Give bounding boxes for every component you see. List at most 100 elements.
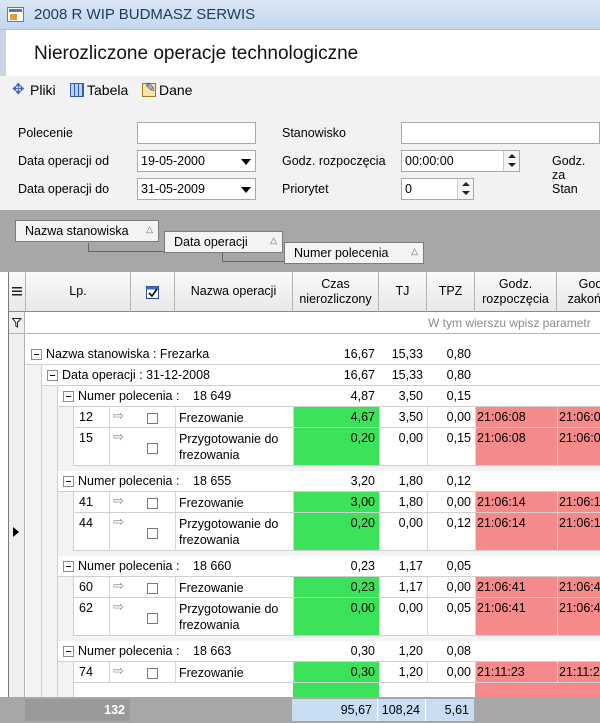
sort-triangle-icon: △ (270, 235, 277, 245)
row-lp: 60 (79, 580, 93, 594)
row-selector[interactable] (9, 334, 25, 344)
row-nazwa: Frezowanie (179, 666, 244, 680)
collapse-icon[interactable] (47, 370, 58, 381)
row-selector[interactable] (9, 344, 25, 365)
total-tpz: 5,61 (426, 699, 474, 721)
column-divider (379, 513, 380, 551)
column-divider (427, 577, 428, 598)
row-checkbox[interactable] (147, 613, 158, 624)
auto-filter-row[interactable]: W tym wierszu wpisz parametr (26, 312, 600, 334)
indent-strip (58, 407, 74, 428)
godz-rozp-input[interactable]: 00:00:00 (401, 150, 520, 172)
column-divider (475, 428, 476, 466)
total-tj: 108,24 (378, 699, 426, 721)
row-selector[interactable] (9, 556, 25, 577)
row-godz-rozp: 21:06:14 (475, 513, 557, 551)
row-checkbox[interactable] (147, 528, 158, 539)
group-polecenie-number: 18 663 (193, 644, 232, 658)
polecenie-input[interactable] (137, 122, 256, 144)
row-selector[interactable] (9, 365, 25, 386)
arrow-right-icon[interactable] (113, 408, 125, 424)
arrow-right-icon[interactable] (113, 578, 125, 594)
chevron-down-icon[interactable] (241, 187, 251, 193)
column-header-nazwa[interactable]: Nazwa operacji (175, 272, 293, 312)
group-sum-tpz: 0,08 (446, 644, 471, 658)
row-selector[interactable] (9, 471, 25, 492)
arrow-right-icon[interactable] (113, 493, 125, 509)
column-header-tpz[interactable]: TPZ (427, 272, 475, 312)
column-header-checkbox[interactable] (131, 272, 175, 312)
row-divider (26, 364, 600, 365)
row-selector[interactable] (9, 577, 25, 598)
column-divider (475, 577, 476, 598)
row-selector[interactable] (9, 662, 25, 683)
group-chip-stanowisko[interactable]: Nazwa stanowiska △ (15, 220, 159, 242)
row-checkbox[interactable] (147, 668, 158, 679)
data-od-label: Data operacji od (18, 154, 110, 168)
collapse-icon[interactable] (63, 561, 74, 572)
row-czas: 4,67 (293, 407, 379, 428)
checkbox-header-icon (145, 285, 159, 299)
data-do-input[interactable]: 31-05-2009 (137, 178, 256, 200)
pliki-label: Pliki (30, 82, 56, 98)
row-godz-zak: 21:06:08 (557, 407, 600, 428)
stanowisko-input[interactable] (401, 122, 600, 144)
group-chip-data[interactable]: Data operacji △ (164, 231, 283, 253)
row-selector[interactable] (9, 641, 25, 662)
row-selector[interactable] (9, 683, 25, 697)
window-titlebar: 2008 R WIP BUDMASZ SERWIS (0, 0, 600, 30)
column-header-czas[interactable]: Czas nierozliczony (293, 272, 379, 312)
group-sum-tpz: 0,12 (446, 474, 471, 488)
column-divider (293, 428, 294, 466)
arrow-right-icon[interactable] (113, 663, 125, 679)
row-checkbox[interactable] (147, 498, 158, 509)
column-header-godz-zak[interactable]: God zakończ (557, 272, 600, 312)
priorytet-input[interactable]: 0 (401, 178, 474, 200)
row-lp: 62 (79, 601, 93, 615)
row-checkbox[interactable] (147, 413, 158, 424)
row-selector[interactable] (9, 428, 25, 466)
filter-row-selector[interactable] (9, 312, 25, 334)
column-chooser-icon[interactable] (9, 272, 26, 312)
spinner-icon[interactable] (457, 179, 473, 199)
column-header-godz-rozp[interactable]: Godz. rozpoczęcia (475, 272, 557, 312)
collapse-icon[interactable] (63, 476, 74, 487)
row-czas: 0,00 (293, 598, 379, 636)
pliki-button[interactable]: Pliki (12, 80, 56, 98)
arrow-right-icon[interactable] (113, 514, 125, 530)
group-data-label: Data operacji : 31-12-2008 (62, 368, 211, 382)
row-checkbox[interactable] (147, 443, 158, 454)
arrow-right-icon[interactable] (113, 599, 125, 615)
row-selector[interactable] (9, 492, 25, 513)
row-selector[interactable] (9, 407, 25, 428)
column-divider (379, 492, 380, 513)
tabela-button[interactable]: Tabela (70, 82, 128, 98)
chevron-down-icon[interactable] (241, 159, 251, 165)
dane-label: Dane (159, 82, 193, 98)
data-od-input[interactable]: 19-05-2000 (137, 150, 256, 172)
column-divider (293, 492, 294, 513)
sort-triangle-icon: △ (411, 246, 418, 256)
column-divider (109, 598, 110, 636)
group-sum-czas: 4,87 (350, 389, 375, 403)
collapse-icon[interactable] (31, 349, 42, 360)
row-tpz: 0,05 (446, 601, 471, 615)
spinner-icon[interactable] (503, 151, 519, 171)
group-chip-numer[interactable]: Numer polecenia △ (284, 242, 424, 264)
row-lp: 15 (79, 431, 93, 445)
column-header-tj[interactable]: TJ (379, 272, 427, 312)
dane-button[interactable]: Dane (142, 80, 193, 98)
column-header-lp[interactable]: Lp. (26, 272, 131, 312)
row-selector[interactable] (9, 386, 25, 407)
row-tj: 0,00 (398, 601, 423, 615)
arrow-right-icon[interactable] (113, 429, 125, 445)
row-godz-zak: 21:06:08 (557, 428, 600, 466)
column-divider (427, 428, 428, 466)
row-godz-rozp: 21:11:23 (475, 662, 557, 683)
row-selector[interactable] (9, 598, 25, 636)
collapse-icon[interactable] (63, 646, 74, 657)
row-selector[interactable] (9, 513, 25, 551)
row-checkbox[interactable] (147, 583, 158, 594)
group-polecenie-number: 18 660 (193, 559, 232, 573)
collapse-icon[interactable] (63, 391, 74, 402)
